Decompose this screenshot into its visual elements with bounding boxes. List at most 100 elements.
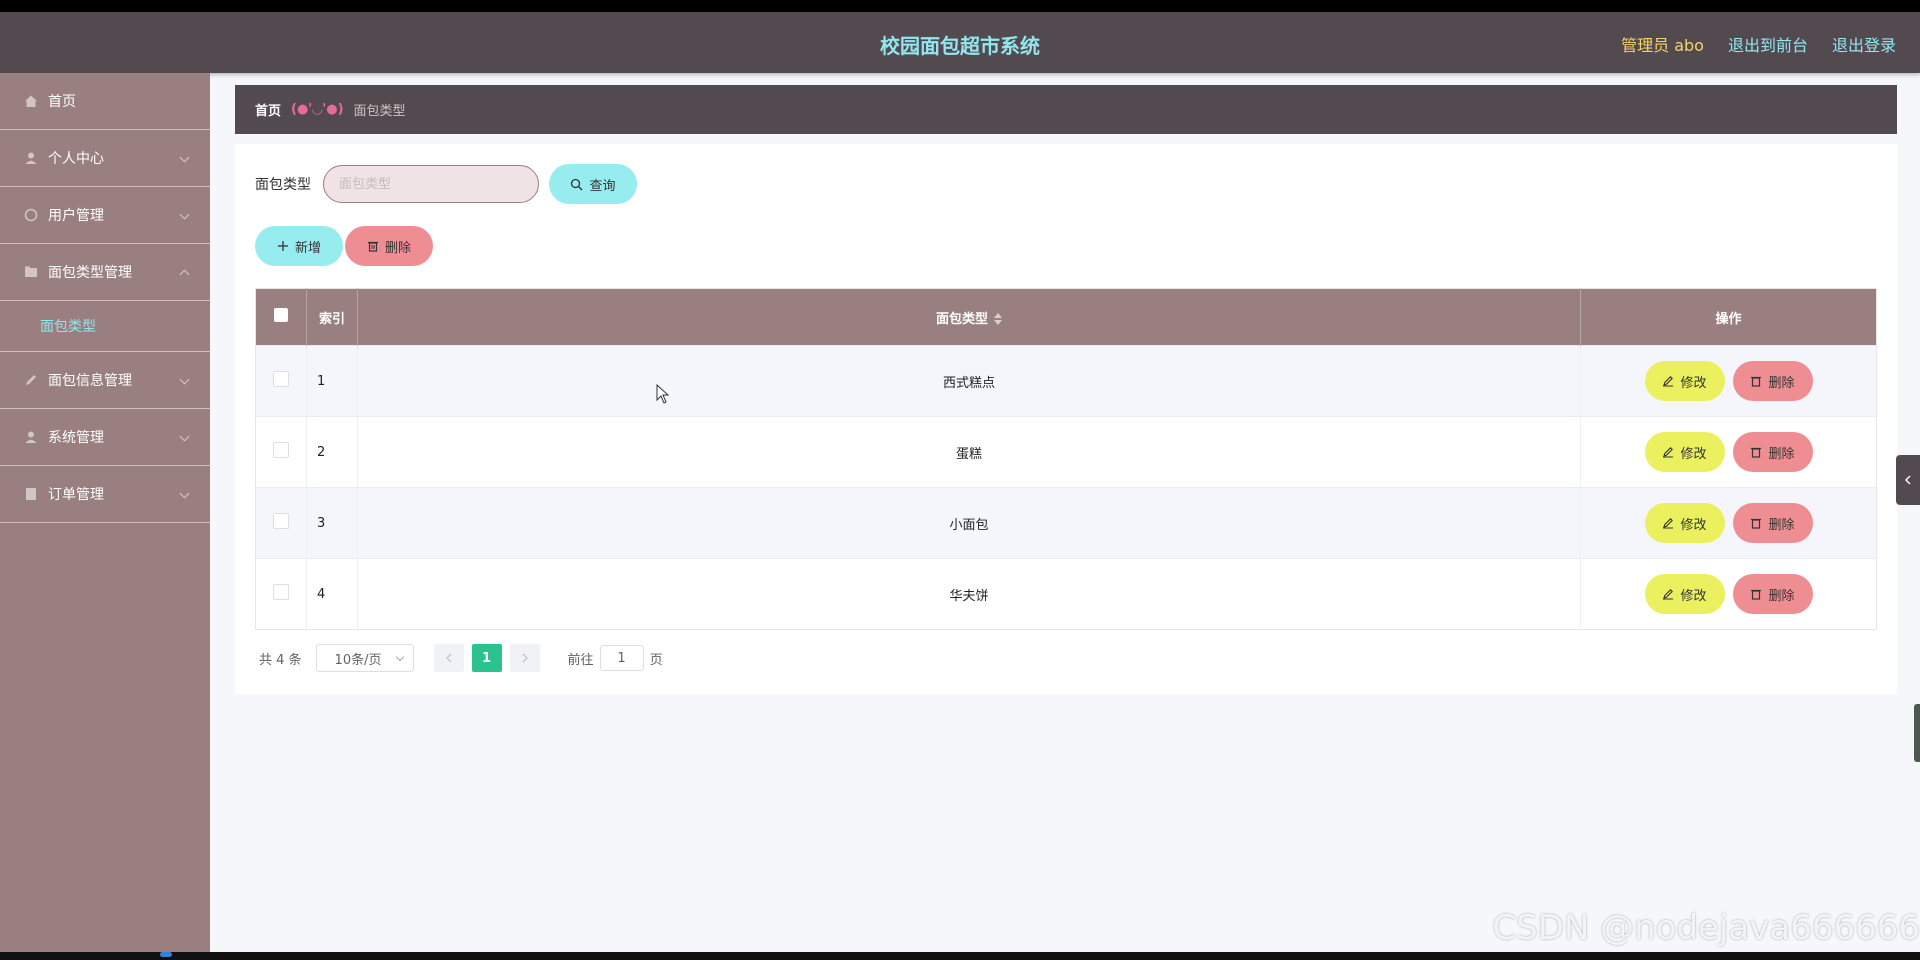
admin-label: 管理员 abo [1621,36,1704,55]
breadcrumb-separator: (●'◡'●) [291,102,344,117]
trash-icon [1750,517,1762,529]
sidebar-subitem-bread-type[interactable]: 面包类型 [0,301,210,352]
sidebar-item-label: 订单管理 [48,487,104,503]
header-links: 管理员 abo 退出到前台 退出登录 [1621,32,1896,56]
add-button[interactable]: 新增 [255,226,343,266]
edit-icon [1662,588,1674,600]
edit-button[interactable]: 修改 [1644,361,1725,401]
breadcrumb: 首页 (●'◡'●) 面包类型 [235,85,1897,134]
delete-button-label: 删除 [1768,588,1795,604]
row-index: 2 [306,416,358,488]
chevron-up-icon [179,269,190,280]
search-icon [570,178,583,191]
row-index: 3 [306,487,358,559]
exit-to-frontend-link[interactable]: 退出到前台 [1728,32,1808,56]
breadcrumb-home[interactable]: 首页 [255,100,281,119]
trash-icon [1750,588,1762,600]
bread-type-search-input[interactable] [323,165,539,203]
chevron-down-icon [179,488,190,499]
chevron-left-icon [1904,474,1912,486]
sidebar-item-label: 系统管理 [48,430,104,446]
goto-label: 前往 [567,652,594,668]
edit-button[interactable]: 修改 [1644,503,1725,543]
column-header-index: 索引 [306,288,358,346]
taskbar-indicator [160,952,172,957]
edit-button[interactable]: 修改 [1644,574,1725,614]
user-icon [24,151,38,165]
action-row: 新增 删除 [255,226,1877,266]
table-row: 3 小面包 修改 删除 [255,487,1877,559]
edit-button-label: 修改 [1680,588,1707,604]
row-checkbox[interactable] [273,513,289,529]
document-icon [24,487,38,501]
query-button-label: 查询 [589,178,616,194]
trash-icon [367,240,379,252]
select-all-cell [255,288,307,346]
sidebar-item-order-management[interactable]: 订单管理 [0,466,210,523]
row-checkbox[interactable] [273,442,289,458]
delete-button[interactable]: 删除 [1732,361,1813,401]
delete-button[interactable]: 删除 [1732,503,1813,543]
trash-icon [1750,446,1762,458]
row-checkbox-cell [255,416,307,488]
query-button[interactable]: 查询 [549,164,637,204]
chevron-down-icon [179,152,190,163]
app-window: 校园面包超市系统 管理员 abo 退出到前台 退出登录 首页 个人中心 用户管理… [0,12,1920,952]
chevron-right-icon [521,653,529,663]
search-label: 面包类型 [255,177,311,193]
next-page-button[interactable] [509,644,540,672]
chevron-left-icon [445,653,453,663]
watermark: CSDN @nodejava666666 [1492,908,1920,948]
sidebar-item-label: 首页 [48,94,76,110]
folder-icon [24,265,38,279]
edit-button-label: 修改 [1680,375,1707,391]
sidebar-item-system-management[interactable]: 系统管理 [0,409,210,466]
edit-icon [1662,375,1674,387]
row-checkbox-cell [255,345,307,417]
row-actions: 修改 删除 [1580,345,1877,417]
home-icon [24,94,38,108]
row-checkbox[interactable] [273,371,289,387]
breadcrumb-current: 面包类型 [353,104,406,119]
sidebar-item-label: 面包信息管理 [48,373,132,389]
scroll-handle[interactable] [1914,704,1920,762]
delete-button[interactable]: 删除 [1732,432,1813,472]
sidebar-item-bread-type-management[interactable]: 面包类型管理 [0,244,210,301]
page-size-value: 10条/页 [334,652,382,668]
page-size-select[interactable]: 10条/页 [315,644,414,672]
sidebar-item-user-management[interactable]: 用户管理 [0,187,210,244]
row-index: 1 [306,345,358,417]
taskbar-strip [0,952,1920,960]
sidebar-item-personal-center[interactable]: 个人中心 [0,130,210,187]
goto-suffix: 页 [649,652,663,668]
column-header-bread-type[interactable]: 面包类型 [357,288,1581,346]
table-row: 2 蛋糕 修改 删除 [255,416,1877,488]
delete-button-label: 删除 [1768,375,1795,391]
goto-page-input[interactable] [599,645,644,671]
table-row: 4 华夫饼 修改 删除 [255,558,1877,630]
edit-button[interactable]: 修改 [1644,432,1725,472]
row-bread-type: 蛋糕 [357,416,1581,488]
row-checkbox-cell [255,487,307,559]
chevron-down-icon [179,431,190,442]
logout-link[interactable]: 退出登录 [1832,32,1896,56]
collapse-panel-button[interactable] [1896,455,1920,505]
row-bread-type: 小面包 [357,487,1581,559]
row-checkbox-cell [255,558,307,630]
select-all-checkbox[interactable] [274,308,288,322]
sidebar-item-label: 面包类型管理 [48,265,132,281]
column-header-bread-type-label: 面包类型 [935,311,988,327]
delete-button[interactable]: 删除 [1732,574,1813,614]
row-actions: 修改 删除 [1580,487,1877,559]
row-checkbox[interactable] [273,584,289,600]
sidebar-item-bread-info-management[interactable]: 面包信息管理 [0,352,210,409]
sort-icon[interactable] [994,313,1002,325]
table-header-row: 索引 面包类型 操作 [255,288,1877,346]
prev-page-button[interactable] [433,644,464,672]
top-header: 校园面包超市系统 管理员 abo 退出到前台 退出登录 [0,12,1920,73]
sidebar-item-home[interactable]: 首页 [0,73,210,130]
batch-delete-button[interactable]: 删除 [345,226,433,266]
settings-icon [24,430,38,444]
page-number-button[interactable]: 1 [471,644,502,672]
delete-button-label: 删除 [1768,446,1795,462]
